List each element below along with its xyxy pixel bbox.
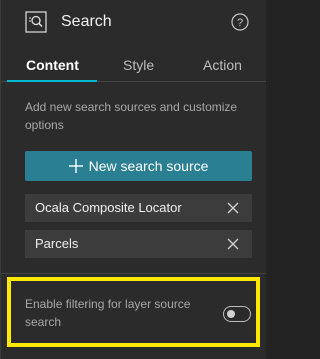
help-icon[interactable]: ? <box>231 13 249 31</box>
section-divider <box>1 273 266 274</box>
close-icon[interactable] <box>226 237 240 251</box>
search-source-label: Ocala Composite Locator <box>35 200 182 215</box>
search-source-item[interactable]: Ocala Composite Locator <box>25 194 252 222</box>
search-source-item[interactable]: Parcels <box>25 230 252 258</box>
panel-header: Search ? <box>1 0 266 44</box>
tab-action[interactable]: Action <box>203 56 242 74</box>
filter-setting-label: Enable filtering for layer source search <box>25 297 191 329</box>
tab-content[interactable]: Content <box>26 56 79 74</box>
plus-icon <box>68 159 83 173</box>
tab-style[interactable]: Style <box>123 56 154 74</box>
search-source-label: Parcels <box>35 236 79 251</box>
toggle-knob <box>227 310 235 318</box>
settings-panel: Search ? Content Style Action Add new se… <box>0 0 266 359</box>
svg-text:?: ? <box>237 17 243 29</box>
active-tab-indicator <box>7 80 97 82</box>
panel-title: Search <box>61 13 112 30</box>
tab-bar: Content Style Action <box>1 52 266 82</box>
search-widget-icon <box>25 11 47 33</box>
new-search-source-label: New search source <box>88 158 209 174</box>
new-search-source-button[interactable]: New search source <box>25 151 252 181</box>
sources-description: Add new search sources and customize opt… <box>25 100 238 132</box>
close-icon[interactable] <box>226 201 240 215</box>
filter-toggle-switch[interactable] <box>223 306 251 322</box>
